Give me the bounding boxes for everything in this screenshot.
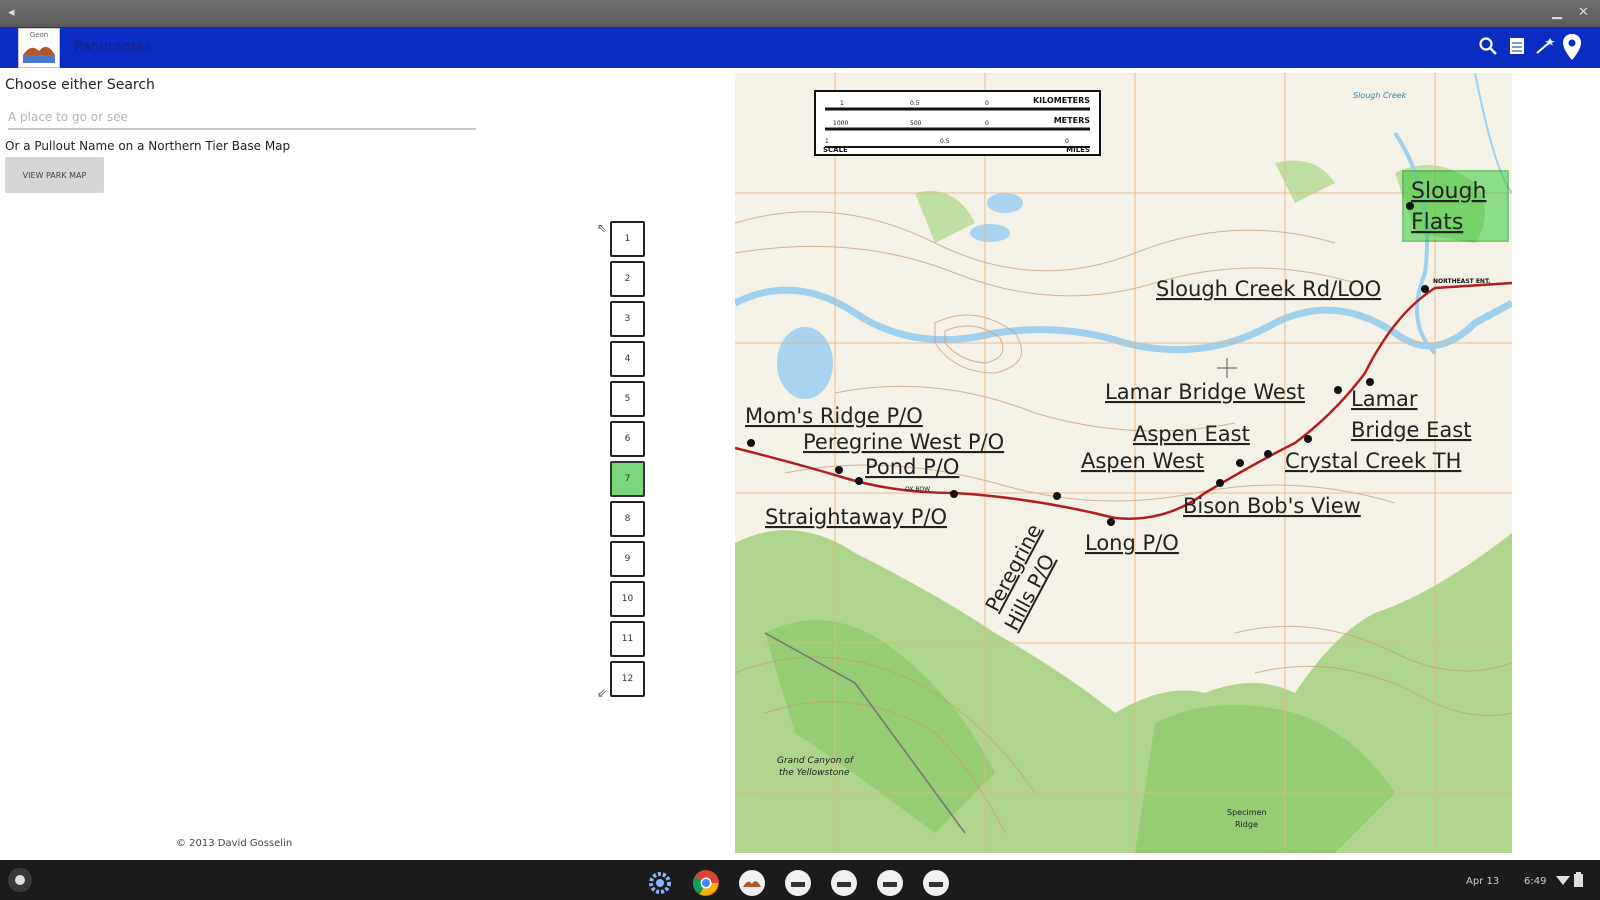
scale-m-tick: 500 xyxy=(910,120,922,127)
scale-kilometers-label: KILOMETERS xyxy=(1033,96,1090,105)
pullout-point[interactable] xyxy=(1053,492,1061,500)
pullout-point[interactable] xyxy=(1107,518,1115,526)
list-icon[interactable] xyxy=(1508,36,1526,56)
scale-km-tick: 0.5 xyxy=(910,100,920,107)
pullout-point[interactable] xyxy=(1264,450,1272,458)
copyright-text: © 2013 David Gosselin xyxy=(176,838,293,849)
slough-flats-label[interactable]: Slough xyxy=(1411,179,1486,204)
lamar-bridge-west-label[interactable]: Lamar Bridge West xyxy=(1105,380,1305,404)
launcher-icon[interactable] xyxy=(6,866,34,894)
settings-gear-icon[interactable] xyxy=(646,869,674,897)
slough-creek-water-label: Slough Creek xyxy=(1353,91,1407,100)
panorama-item-10[interactable]: 10 xyxy=(610,581,645,617)
pullout-point[interactable] xyxy=(1236,459,1244,467)
back-arrow-icon[interactable]: ◂ xyxy=(8,4,15,22)
panorama-item-9[interactable]: 9 xyxy=(610,541,645,577)
pullout-point[interactable] xyxy=(855,477,863,485)
crystal-creek-th-label[interactable]: Crystal Creek TH xyxy=(1285,449,1461,473)
lamar-bridge-east-label-line2[interactable]: Bridge East xyxy=(1351,418,1471,442)
peregrine-west-label[interactable]: Peregrine West P/O xyxy=(803,430,1004,454)
place-search-input[interactable] xyxy=(8,106,476,130)
app-shortcut-icon[interactable] xyxy=(922,869,950,897)
location-pin-icon[interactable] xyxy=(1562,33,1582,61)
pond-label[interactable]: Pond P/O xyxy=(865,455,959,479)
wand-icon[interactable] xyxy=(1534,36,1556,56)
scroll-up-icon[interactable]: ⇖ xyxy=(597,221,607,235)
date-display[interactable]: Apr 13 xyxy=(1466,876,1499,887)
straightaway-label[interactable]: Straightaway P/O xyxy=(765,505,947,529)
specimen-ridge-label: Specimen xyxy=(1227,808,1266,817)
pullout-point[interactable] xyxy=(1366,378,1374,386)
view-park-map-button[interactable]: VIEW PARK MAP xyxy=(5,157,104,193)
clock-display[interactable]: 6:49 xyxy=(1524,876,1546,887)
panorama-item-11[interactable]: 11 xyxy=(610,621,645,657)
moms-ridge-label[interactable]: Mom's Ridge P/O xyxy=(745,404,923,428)
bison-bobs-view-label[interactable]: Bison Bob's View xyxy=(1183,494,1361,518)
pond-sign-label: OX BOW xyxy=(905,486,930,493)
app-shortcut-icon[interactable] xyxy=(876,869,904,897)
aspen-east-label[interactable]: Aspen East xyxy=(1133,422,1250,446)
pullout-point[interactable] xyxy=(1216,479,1224,487)
grand-canyon-label: Grand Canyon of xyxy=(777,756,855,766)
window-titlebar: ◂ ▁ ✕ xyxy=(0,0,1600,27)
close-icon[interactable]: ✕ xyxy=(1578,4,1589,22)
pullout-point[interactable] xyxy=(1406,202,1414,210)
scale-meters-label: METERS xyxy=(1054,116,1091,125)
topographic-map[interactable]: KILOMETERS METERS SCALE MILES 1 0.5 0 10… xyxy=(733,72,1514,853)
panorama-item-2[interactable]: 2 xyxy=(610,261,645,297)
panorama-item-8[interactable]: 8 xyxy=(610,501,645,537)
panorama-item-4[interactable]: 4 xyxy=(610,341,645,377)
pullout-point[interactable] xyxy=(747,439,755,447)
long-po-label[interactable]: Long P/O xyxy=(1085,531,1179,555)
pullout-point[interactable] xyxy=(1334,386,1342,394)
wifi-icon[interactable] xyxy=(1556,874,1570,886)
scale-km-tick: 0 xyxy=(985,100,989,107)
geology-app-icon[interactable] xyxy=(738,869,766,897)
panorama-item-5[interactable]: 5 xyxy=(610,381,645,417)
app-shortcut-icon[interactable] xyxy=(830,869,858,897)
road-sign-label: NORTHEAST ENT. xyxy=(1433,278,1490,285)
pullout-label: Or a Pullout Name on a Northern Tier Bas… xyxy=(5,139,291,153)
panorama-item-6[interactable]: 6 xyxy=(610,421,645,457)
scale-label: SCALE xyxy=(823,146,848,154)
app-logo: Geon xyxy=(18,28,60,68)
app-title: Panoramas xyxy=(74,39,152,55)
pullout-point[interactable] xyxy=(1304,435,1312,443)
search-icon[interactable] xyxy=(1478,36,1498,56)
pullout-point[interactable] xyxy=(950,490,958,498)
scroll-down-icon[interactable]: ⇙ xyxy=(597,686,607,700)
scale-mi-tick: 0 xyxy=(1065,138,1069,145)
pullout-point[interactable] xyxy=(835,466,843,474)
app-shortcut-icon[interactable] xyxy=(784,869,812,897)
pullout-point[interactable] xyxy=(1421,285,1429,293)
scale-mi-tick: 1 xyxy=(825,138,829,145)
battery-icon[interactable] xyxy=(1574,872,1583,887)
panorama-item-3[interactable]: 3 xyxy=(610,301,645,337)
lamar-bridge-east-label[interactable]: Lamar xyxy=(1351,387,1418,411)
slough-creek-rd-label[interactable]: Slough Creek Rd/LOO xyxy=(1156,277,1381,301)
app-bar xyxy=(0,27,1600,68)
specimen-ridge-label-line2: Ridge xyxy=(1235,820,1258,829)
slough-flats-label-line2[interactable]: Flats xyxy=(1411,210,1463,235)
panorama-item-7-selected[interactable]: 7 xyxy=(610,461,645,497)
scale-m-tick: 0 xyxy=(985,120,989,127)
chrome-browser-icon[interactable] xyxy=(692,869,720,897)
scale-km-tick: 1 xyxy=(840,100,844,107)
panorama-item-1[interactable]: 1 xyxy=(610,221,645,257)
scale-mi-tick: 0.5 xyxy=(940,138,950,145)
panorama-item-12[interactable]: 12 xyxy=(610,661,645,697)
scale-miles-label: MILES xyxy=(1066,146,1090,154)
choose-search-label: Choose either Search xyxy=(5,77,155,93)
grand-canyon-label-line2: the Yellowstone xyxy=(779,768,850,778)
minimize-icon[interactable]: ▁ xyxy=(1552,4,1562,22)
aspen-west-label[interactable]: Aspen West xyxy=(1081,449,1204,473)
logo-text: Geon xyxy=(30,31,48,39)
map-scale-bar: KILOMETERS METERS SCALE MILES 1 0.5 0 10… xyxy=(814,90,1101,156)
scale-m-tick: 1000 xyxy=(833,120,848,127)
